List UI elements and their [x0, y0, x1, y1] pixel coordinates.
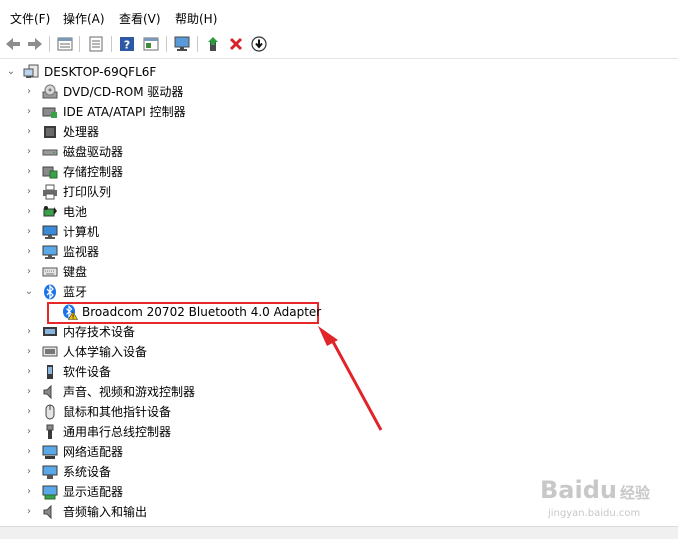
- watermark: Baidu 经验 jingyan.baidu.com: [534, 472, 664, 524]
- watermark-tag: 经验: [620, 484, 651, 502]
- annotation-arrow: [318, 326, 383, 431]
- watermark-brand: Baidu: [540, 476, 617, 504]
- status-bar: [0, 526, 678, 539]
- watermark-url: jingyan.baidu.com: [548, 508, 641, 519]
